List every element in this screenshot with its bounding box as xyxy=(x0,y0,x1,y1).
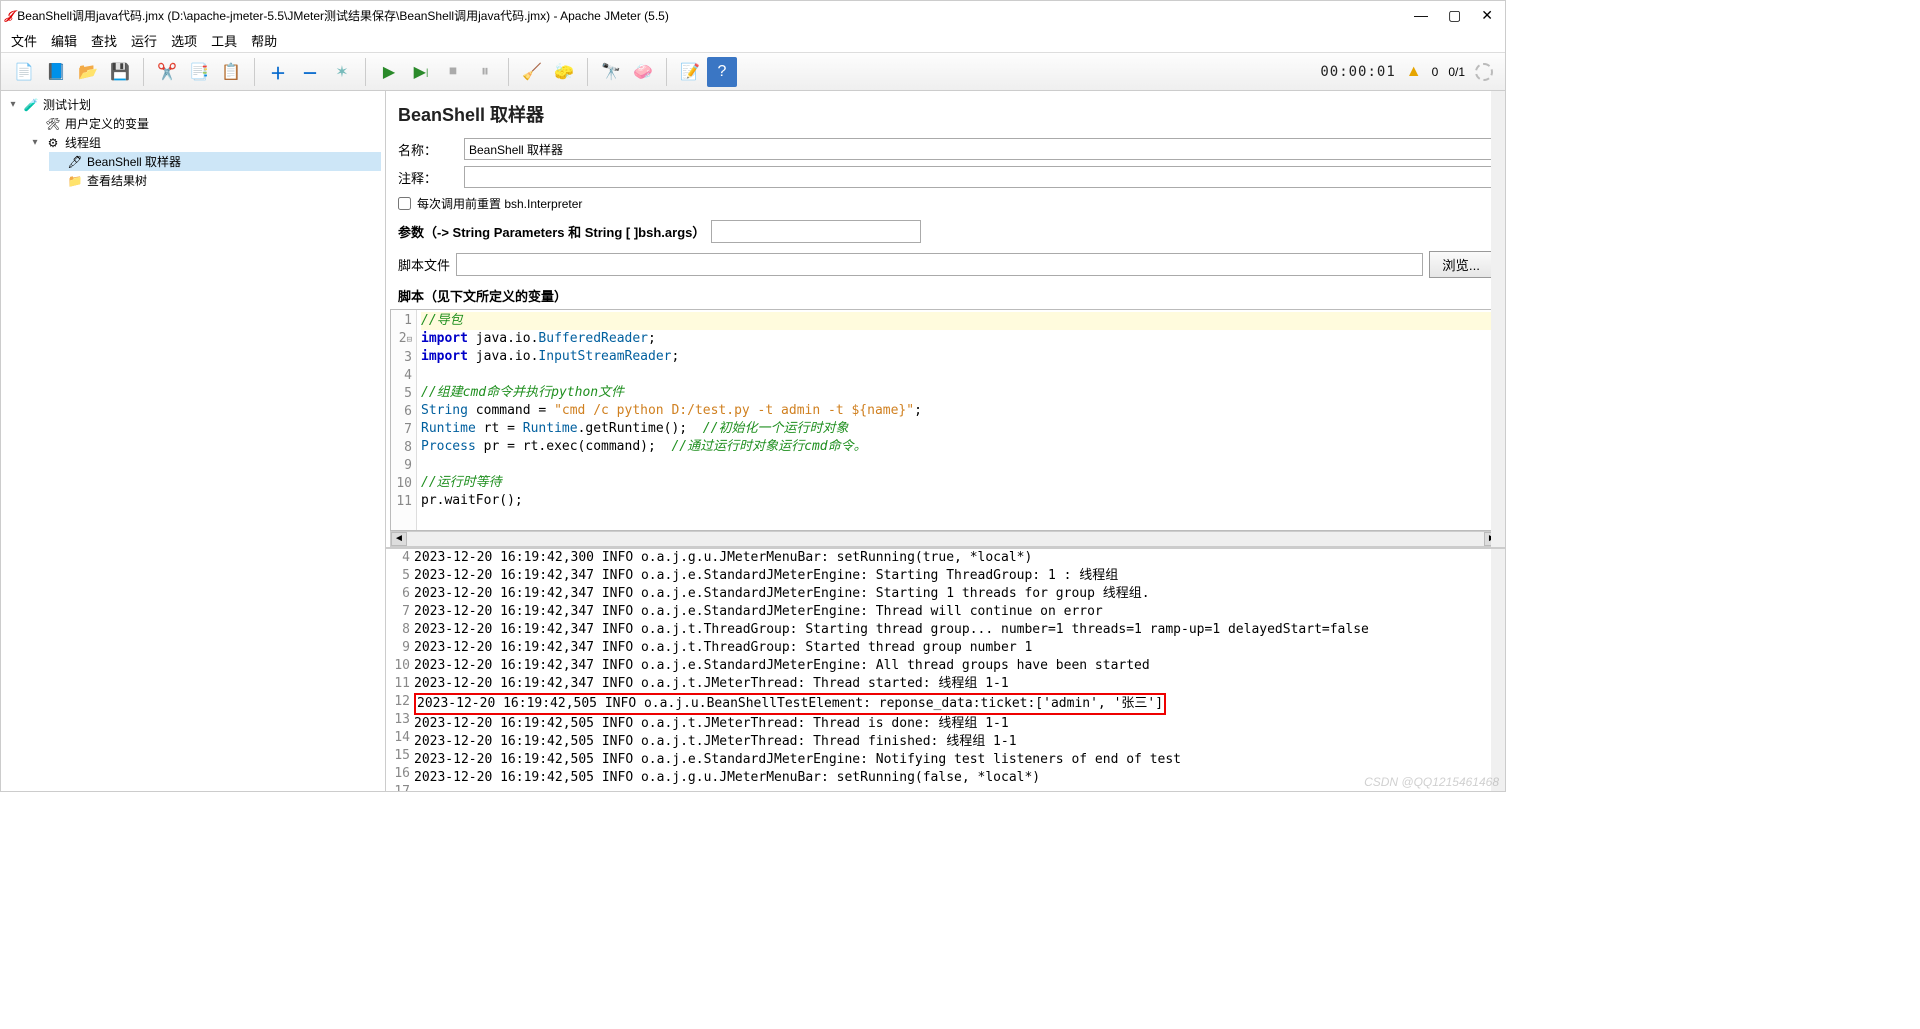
activity-spinner-icon xyxy=(1475,63,1493,81)
warning-icon[interactable]: ▲ xyxy=(1406,63,1422,81)
tree-label: 用户定义的变量 xyxy=(65,115,149,132)
shutdown-icon[interactable]: ⏸ xyxy=(470,57,500,87)
folder-icon: 📁 xyxy=(67,173,83,189)
tree-beanshell[interactable]: 🖋 BeanShell 取样器 xyxy=(49,152,381,171)
reset-interpreter-checkbox[interactable] xyxy=(398,197,411,210)
stop-icon[interactable]: ⏹ xyxy=(438,57,468,87)
menu-file[interactable]: 文件 xyxy=(11,31,37,50)
wrench-icon: 🛠 xyxy=(45,116,61,132)
expand-icon[interactable]: ＋ xyxy=(263,57,293,87)
active-threads: 0/1 xyxy=(1448,65,1465,79)
save-icon[interactable]: 💾 xyxy=(105,57,135,87)
tree-udv[interactable]: 🛠 用户定义的变量 xyxy=(27,114,381,133)
maximize-icon[interactable]: ▢ xyxy=(1448,7,1461,24)
name-input[interactable] xyxy=(464,138,1493,160)
reset-interpreter-label: 每次调用前重置 bsh.Interpreter xyxy=(417,195,582,212)
pipette-icon: 🖋 xyxy=(67,154,83,170)
close-icon[interactable]: ✕ xyxy=(1481,7,1493,24)
script-editor[interactable]: 1 2⊟ 3 4 5 6 7 8 9 10 11 //导包import java… xyxy=(390,309,1501,531)
code-body[interactable]: //导包import java.io.BufferedReader; impor… xyxy=(417,310,1500,530)
clear-all-icon[interactable]: 🧽 xyxy=(549,57,579,87)
function-helper-icon[interactable]: 📝 xyxy=(675,57,705,87)
window-title: BeanShell调用java代码.jmx (D:\apache-jmeter-… xyxy=(17,7,1414,24)
browse-button[interactable]: 浏览... xyxy=(1429,251,1493,278)
menu-edit[interactable]: 编辑 xyxy=(51,31,77,50)
toolbar: 📄 📘 📂 💾 ✂️ 📑 📋 ＋ － ✶ ▶ ▶| ⏹ ⏸ 🧹 🧽 xyxy=(1,53,1505,91)
test-plan-tree[interactable]: ▾ 🧪 测试计划 🛠 用户定义的变量 ▾ ⚙ 线程组 🖋 BeanShell 取… xyxy=(1,91,386,791)
open-icon[interactable]: 📂 xyxy=(73,57,103,87)
watermark: CSDN @QQ1215461468 xyxy=(1364,775,1499,789)
menu-bar: 文件 编辑 查找 运行 选项 工具 帮助 xyxy=(1,29,1505,53)
templates-icon[interactable]: 📘 xyxy=(41,57,71,87)
title-bar: 𝒥 BeanShell调用java代码.jmx (D:\apache-jmete… xyxy=(1,1,1505,29)
tree-label: 测试计划 xyxy=(43,96,91,113)
log-panel[interactable]: 4 5 6 7 8 9 10 11 12 13 14 15 16 17 2023… xyxy=(386,547,1505,791)
menu-search[interactable]: 查找 xyxy=(91,31,117,50)
elapsed-timer: 00:00:01 xyxy=(1320,64,1395,80)
menu-help[interactable]: 帮助 xyxy=(251,31,277,50)
tree-threadgroup[interactable]: ▾ ⚙ 线程组 xyxy=(27,133,381,152)
panel-title: BeanShell 取样器 xyxy=(390,91,1501,135)
log-gutter: 4 5 6 7 8 9 10 11 12 13 14 15 16 17 xyxy=(386,549,414,791)
warning-count: 0 xyxy=(1432,65,1439,79)
new-icon[interactable]: 📄 xyxy=(9,57,39,87)
help-icon[interactable]: ? xyxy=(707,57,737,87)
tree-label: 线程组 xyxy=(65,134,101,151)
log-body: 2023-12-20 16:19:42,300 INFO o.a.j.g.u.J… xyxy=(414,549,1505,791)
tree-label: BeanShell 取样器 xyxy=(87,153,181,170)
beaker-icon: 🧪 xyxy=(23,97,39,113)
start-no-timers-icon[interactable]: ▶| xyxy=(406,57,436,87)
reset-search-icon[interactable]: 🧼 xyxy=(628,57,658,87)
menu-options[interactable]: 选项 xyxy=(171,31,197,50)
tree-root[interactable]: ▾ 🧪 测试计划 xyxy=(5,95,381,114)
parameters-input[interactable] xyxy=(711,220,921,243)
app-logo-icon: 𝒥 xyxy=(5,8,13,23)
twisty-icon[interactable]: ▾ xyxy=(7,99,19,110)
collapse-icon[interactable]: － xyxy=(295,57,325,87)
script-area-label: 脚本（见下文所定义的变量） xyxy=(390,282,1501,309)
parameters-label: 参数（-> String Parameters 和 String [ ]bsh.… xyxy=(398,222,705,241)
menu-tools[interactable]: 工具 xyxy=(211,31,237,50)
highlighted-log-line: 2023-12-20 16:19:42,505 INFO o.a.j.u.Bea… xyxy=(414,693,1166,715)
script-file-input[interactable] xyxy=(456,253,1423,276)
gear-icon: ⚙ xyxy=(45,135,61,151)
twisty-icon[interactable]: ▾ xyxy=(29,137,41,148)
cut-icon[interactable]: ✂️ xyxy=(152,57,182,87)
tree-label: 查看结果树 xyxy=(87,172,147,189)
toggle-icon[interactable]: ✶ xyxy=(327,57,357,87)
paste-icon[interactable]: 📋 xyxy=(216,57,246,87)
code-gutter: 1 2⊟ 3 4 5 6 7 8 9 10 11 xyxy=(391,310,417,530)
name-label: 名称： xyxy=(398,140,458,159)
comment-input[interactable] xyxy=(464,166,1493,188)
scroll-left-icon[interactable]: ◄ xyxy=(391,532,407,546)
tree-results-tree[interactable]: 📁 查看结果树 xyxy=(49,171,381,190)
script-file-label: 脚本文件 xyxy=(398,255,450,274)
copy-icon[interactable]: 📑 xyxy=(184,57,214,87)
comment-label: 注释： xyxy=(398,168,458,187)
minimize-icon[interactable]: — xyxy=(1414,7,1428,24)
menu-run[interactable]: 运行 xyxy=(131,31,157,50)
horizontal-scrollbar[interactable]: ◄ ► xyxy=(390,531,1501,547)
start-icon[interactable]: ▶ xyxy=(374,57,404,87)
clear-icon[interactable]: 🧹 xyxy=(517,57,547,87)
search-icon[interactable]: 🔭 xyxy=(596,57,626,87)
